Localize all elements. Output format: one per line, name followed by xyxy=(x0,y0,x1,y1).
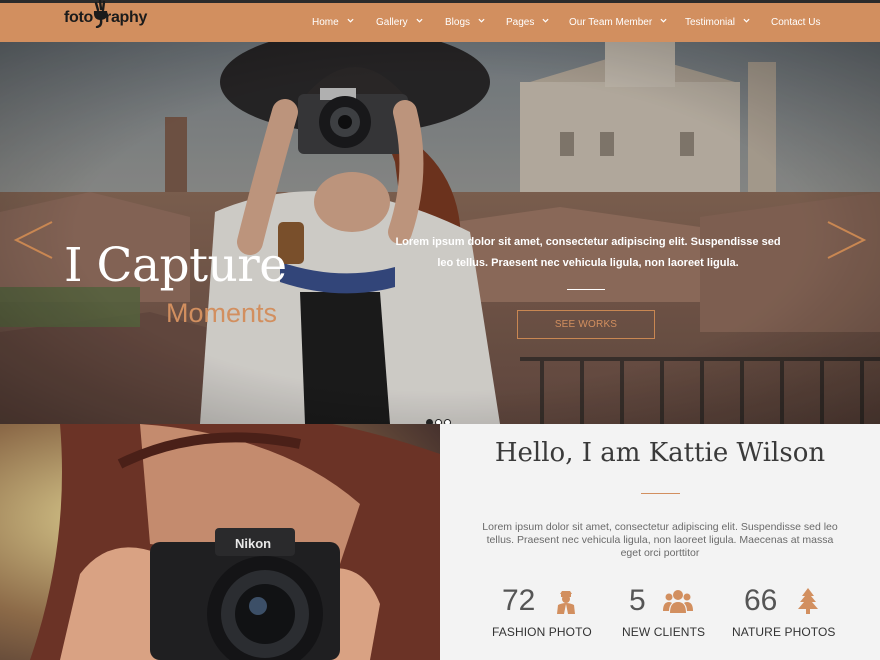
stat-label: NATURE PHOTOS xyxy=(732,625,836,639)
nav-label: Gallery xyxy=(376,17,408,28)
chevron-down-icon xyxy=(478,18,485,23)
nav-item-testimonial[interactable]: Testimonial xyxy=(685,3,750,42)
chevron-down-icon xyxy=(743,18,750,23)
hero-divider xyxy=(567,289,605,290)
camera-photo-image: Nikon xyxy=(0,424,440,660)
chevron-down-icon xyxy=(542,18,549,23)
about-photo: Nikon xyxy=(0,424,440,660)
nav-label: Testimonial xyxy=(685,17,736,28)
stat-number: 66 xyxy=(744,584,778,617)
slider-prev-arrow-icon[interactable] xyxy=(12,220,56,260)
about-divider xyxy=(641,493,680,494)
slider-dots xyxy=(426,413,453,424)
nav-item-contact[interactable]: Contact Us xyxy=(771,3,820,42)
about-section: Hello, I am Kattie Wilson Lorem ipsum do… xyxy=(440,424,880,660)
nav-label: Our Team Member xyxy=(569,17,653,28)
nav-label: Home xyxy=(312,17,339,28)
group-icon xyxy=(663,590,693,613)
person-icon xyxy=(557,591,575,614)
nav-item-pages[interactable]: Pages xyxy=(506,3,549,42)
main-nav: Home Gallery Blogs Pages Our Team Member… xyxy=(0,3,880,42)
tree-icon xyxy=(798,588,818,614)
chevron-down-icon xyxy=(660,18,667,23)
about-description: Lorem ipsum dolor sit amet, consectetur … xyxy=(482,521,838,559)
hero-subtitle: Moments xyxy=(166,298,278,328)
chevron-down-icon xyxy=(347,18,354,23)
about-title: Hello, I am Kattie Wilson xyxy=(494,438,826,468)
hero-title: I Capture xyxy=(64,238,287,293)
nav-item-blogs[interactable]: Blogs xyxy=(445,3,485,42)
stat-number: 72 xyxy=(502,584,536,617)
nav-item-gallery[interactable]: Gallery xyxy=(376,3,423,42)
slider-next-arrow-icon[interactable] xyxy=(824,220,868,260)
svg-text:Nikon: Nikon xyxy=(235,536,271,551)
hero-description: Lorem ipsum dolor sit amet, consectetur … xyxy=(395,236,781,269)
stat-label: FASHION PHOTO xyxy=(492,625,592,639)
nav-item-team[interactable]: Our Team Member xyxy=(569,3,667,42)
hero-slider: I Capture Moments Lorem ipsum dolor sit … xyxy=(0,42,880,424)
stat-label: NEW CLIENTS xyxy=(622,625,706,639)
nav-item-home[interactable]: Home xyxy=(312,3,354,42)
chevron-down-icon xyxy=(416,18,423,23)
nav-label: Pages xyxy=(506,17,535,28)
nav-label: Contact Us xyxy=(771,17,821,28)
stat-number: 5 xyxy=(629,584,646,617)
see-works-button[interactable]: SEE WORKS xyxy=(517,310,655,339)
nav-label: Blogs xyxy=(445,17,471,28)
